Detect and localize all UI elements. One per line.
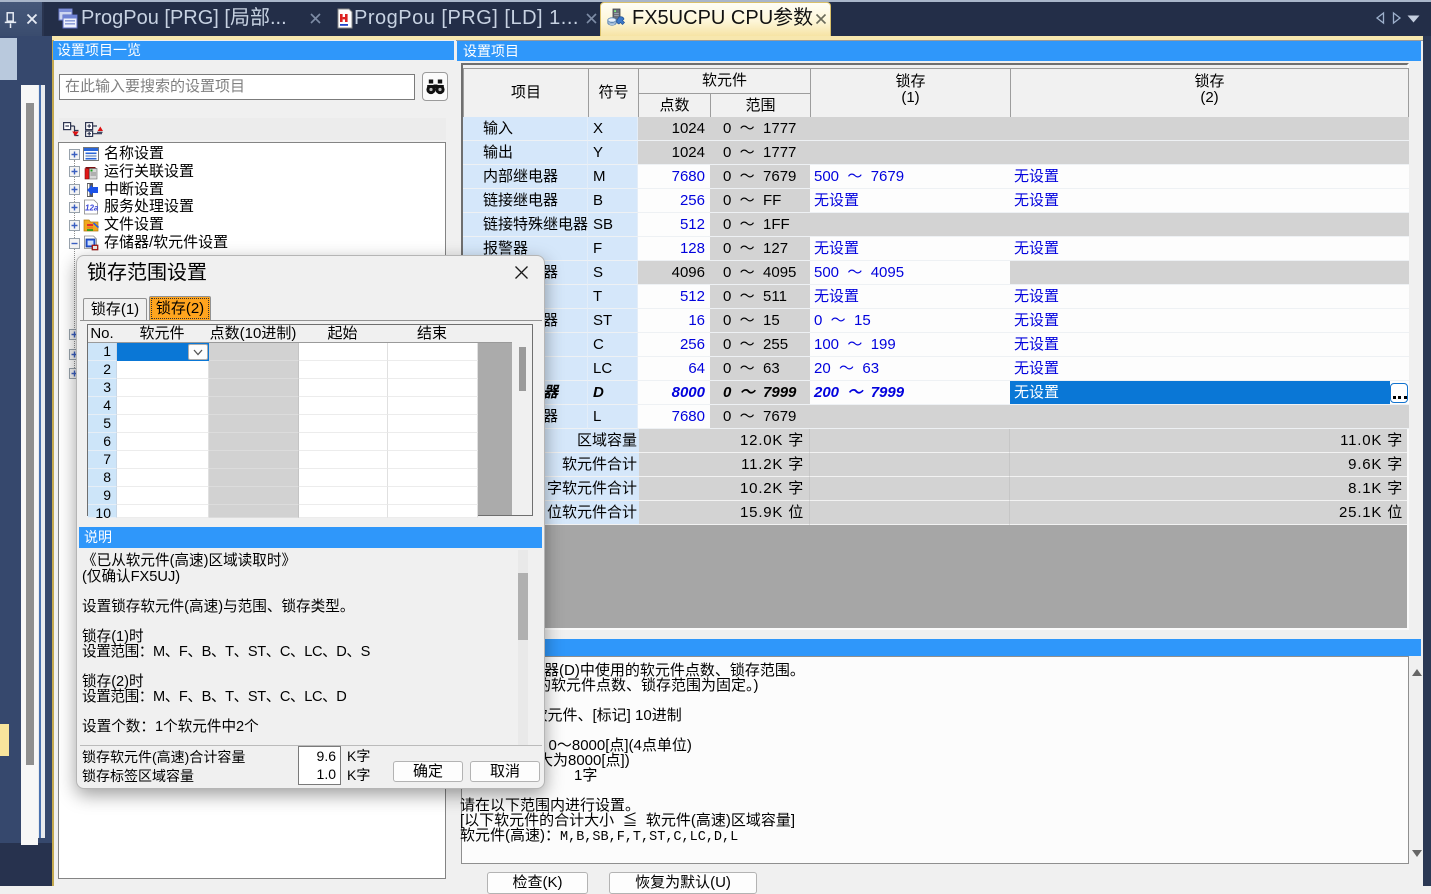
svg-text:12a: 12a bbox=[85, 204, 99, 213]
